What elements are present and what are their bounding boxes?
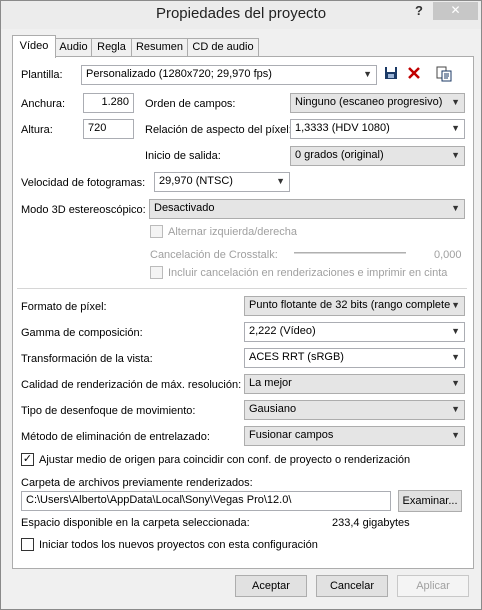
pixel-format-select[interactable]: Punto flotante de 32 bits (rango complet… xyxy=(244,296,465,316)
output-rotation-value: 0 grados (original) xyxy=(295,149,384,161)
tab-audio-cd[interactable]: CD de audio xyxy=(187,38,259,57)
save-icon[interactable] xyxy=(382,66,400,84)
width-label: Anchura: xyxy=(21,98,66,110)
stereo3d-value: Desactivado xyxy=(154,202,215,214)
chevron-down-icon: ▼ xyxy=(451,404,460,414)
chevron-down-icon: ▼ xyxy=(451,300,460,310)
start-all-label: Iniciar todos los nuevos proyectos con e… xyxy=(39,539,318,551)
project-properties-window: Propiedades del proyecto ? ✕ Vídeo Audio… xyxy=(0,0,482,610)
motion-blur-select[interactable]: Gausiano ▼ xyxy=(244,400,465,420)
tab-video[interactable]: Vídeo xyxy=(12,35,56,58)
window-title: Propiedades del proyecto xyxy=(155,5,327,22)
crosstalk-value: 0,000 xyxy=(434,249,462,261)
ok-button[interactable]: Aceptar xyxy=(235,575,307,597)
crosstalk-slider[interactable] xyxy=(294,252,406,254)
frame-rate-select[interactable]: 29,970 (NTSC) ▼ xyxy=(154,172,290,192)
title-bar: Propiedades del proyecto ? ✕ xyxy=(1,1,481,29)
divider xyxy=(17,288,467,289)
height-input[interactable]: 720 xyxy=(83,119,134,139)
template-select[interactable]: Personalizado (1280x720; 29,970 fps) ▼ xyxy=(81,65,377,85)
help-icon[interactable]: ? xyxy=(412,3,426,19)
compositing-gamma-value: 2,222 (Vídeo) xyxy=(249,325,316,337)
tab-ruler[interactable]: Regla xyxy=(91,38,132,57)
crosstalk-label: Cancelación de Crosstalk: xyxy=(150,249,278,261)
chevron-down-icon: ▼ xyxy=(451,203,460,213)
free-space-value: 233,4 gigabytes xyxy=(332,517,410,529)
motion-blur-value: Gausiano xyxy=(249,403,297,415)
output-rotation-label: Inicio de salida: xyxy=(145,150,221,162)
include-cancel-label: Incluir cancelación en renderizaciones e… xyxy=(168,267,448,279)
delete-icon[interactable] xyxy=(405,66,423,84)
view-transform-label: Transformación de la vista: xyxy=(21,353,153,365)
chevron-down-icon: ▼ xyxy=(451,123,460,133)
deinterlace-label: Método de eliminación de entrelazado: xyxy=(21,431,210,443)
free-space-label: Espacio disponible en la carpeta selecci… xyxy=(21,517,250,529)
pixel-format-value: Punto flotante de 32 bits (rango complet… xyxy=(249,299,451,311)
apply-button[interactable]: Aplicar xyxy=(397,575,469,597)
chevron-down-icon: ▼ xyxy=(451,97,460,107)
stereo3d-label: Modo 3D estereoscópico: xyxy=(21,204,146,216)
compositing-gamma-label: Gamma de composición: xyxy=(21,327,143,339)
template-value: Personalizado (1280x720; 29,970 fps) xyxy=(86,68,272,80)
render-quality-label: Calidad de renderización de máx. resoluc… xyxy=(21,379,242,391)
include-cancel-checkbox[interactable] xyxy=(150,266,163,279)
chevron-down-icon: ▼ xyxy=(276,176,285,186)
pixel-aspect-select[interactable]: 1,3333 (HDV 1080) ▼ xyxy=(290,119,465,139)
prerender-folder-label: Carpeta de archivos previamente renderiz… xyxy=(21,477,253,489)
chevron-down-icon: ▼ xyxy=(451,150,460,160)
cancel-button[interactable]: Cancelar xyxy=(316,575,388,597)
frame-rate-value: 29,970 (NTSC) xyxy=(159,175,233,187)
height-label: Altura: xyxy=(21,124,53,136)
pixel-format-label: Formato de píxel: xyxy=(21,301,107,313)
chevron-down-icon: ▼ xyxy=(451,352,460,362)
template-label: Plantilla: xyxy=(21,69,63,81)
pixel-aspect-value: 1,3333 (HDV 1080) xyxy=(295,122,390,134)
chevron-down-icon: ▼ xyxy=(451,430,460,440)
copy-icon[interactable] xyxy=(435,66,453,84)
output-rotation-select[interactable]: 0 grados (original) ▼ xyxy=(290,146,465,166)
view-transform-select[interactable]: ACES RRT (sRGB) ▼ xyxy=(244,348,465,368)
stereo3d-select[interactable]: Desactivado ▼ xyxy=(149,199,465,219)
frame-rate-label: Velocidad de fotogramas: xyxy=(21,177,146,189)
swap-lr-label: Alternar izquierda/derecha xyxy=(168,226,298,238)
chevron-down-icon: ▼ xyxy=(451,378,460,388)
tab-summary[interactable]: Resumen xyxy=(131,38,188,57)
start-all-checkbox[interactable] xyxy=(21,538,34,551)
field-order-value: Ninguno (escaneo progresivo) xyxy=(295,96,443,108)
swap-lr-checkbox[interactable] xyxy=(150,225,163,238)
pixel-aspect-label: Relación de aspecto del píxel: xyxy=(145,124,292,136)
render-quality-select[interactable]: La mejor ▼ xyxy=(244,374,465,394)
deinterlace-select[interactable]: Fusionar campos ▼ xyxy=(244,426,465,446)
compositing-gamma-select[interactable]: 2,222 (Vídeo) ▼ xyxy=(244,322,465,342)
close-button[interactable]: ✕ xyxy=(433,2,478,20)
view-transform-value: ACES RRT (sRGB) xyxy=(249,351,344,363)
deinterlace-value: Fusionar campos xyxy=(249,429,334,441)
motion-blur-label: Tipo de desenfoque de movimiento: xyxy=(21,405,196,417)
tab-audio[interactable]: Audio xyxy=(55,38,92,57)
render-quality-value: La mejor xyxy=(249,377,292,389)
adjust-source-checkbox[interactable]: ✓ xyxy=(21,453,34,466)
browse-button[interactable]: Examinar... xyxy=(398,490,462,512)
width-input[interactable]: 1.280 xyxy=(83,93,134,113)
prerender-folder-input[interactable]: C:\Users\Alberto\AppData\Local\Sony\Vega… xyxy=(21,491,391,511)
chevron-down-icon: ▼ xyxy=(451,326,460,336)
field-order-label: Orden de campos: xyxy=(145,98,236,110)
field-order-select[interactable]: Ninguno (escaneo progresivo) ▼ xyxy=(290,93,465,113)
adjust-source-label: Ajustar medio de origen para coincidir c… xyxy=(39,454,411,466)
chevron-down-icon: ▼ xyxy=(363,69,372,79)
